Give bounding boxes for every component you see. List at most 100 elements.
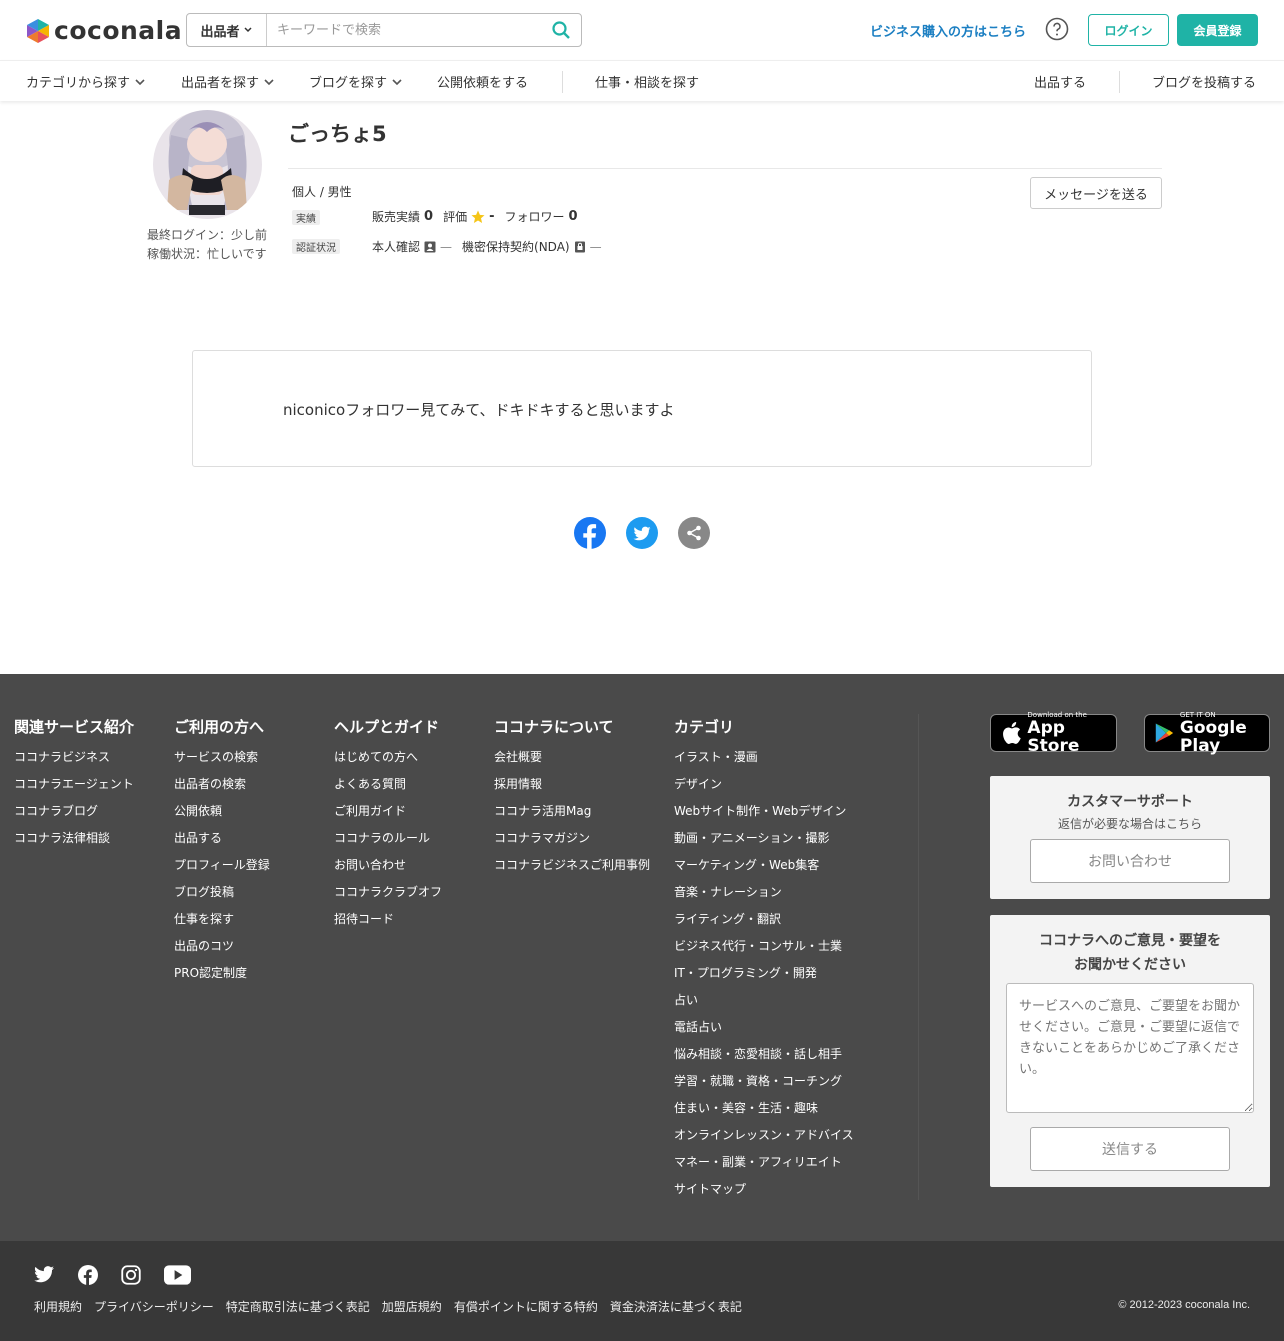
seller-type: 個人 / 男性 [292, 185, 352, 199]
support-subtitle: 返信が必要な場合はこちら [1057, 817, 1202, 831]
footer-link[interactable]: 出品のコツ [174, 940, 270, 967]
nav-blogs[interactable]: ブログを探す [309, 72, 403, 91]
signup-button[interactable]: 会員登録 [1177, 14, 1258, 46]
instagram-icon[interactable] [121, 1264, 141, 1286]
logo[interactable]: coconala [26, 16, 182, 45]
footer-link[interactable]: 音楽・ナレーション [674, 886, 854, 913]
footer-divider [918, 714, 919, 1200]
send-message-button[interactable]: メッセージを送る [1030, 177, 1162, 209]
chevron-down-icon [243, 27, 252, 33]
footer-link[interactable]: ブログ投稿 [174, 886, 270, 913]
footer-link[interactable]: ココナラエージェント [14, 778, 134, 805]
footer-link[interactable]: サービスの検索 [174, 751, 270, 778]
footer-link[interactable]: 出品する [174, 832, 270, 859]
app-store-button[interactable]: Download on the App Store [990, 711, 1117, 755]
legal-link[interactable]: 特定商取引法に基づく表記 [226, 1298, 370, 1315]
footer-link[interactable]: 住まい・美容・生活・趣味 [674, 1102, 854, 1129]
footer-link[interactable]: 会社概要 [494, 751, 650, 778]
footer-link[interactable]: オンラインレッスン・アドバイス [674, 1129, 854, 1156]
facebook-icon[interactable] [78, 1264, 98, 1286]
footer-link[interactable]: 動画・アニメーション・撮影 [674, 832, 854, 859]
footer-col-users: ご利用の方へ サービスの検索 出品者の検索 公開依頼 出品する プロフィール登録… [174, 716, 270, 994]
nav-public-request[interactable]: 公開依頼をする [437, 72, 528, 91]
google-play-button[interactable]: GET IT ON Google Play [1144, 711, 1270, 755]
footer-link[interactable]: ビジネス代行・コンサル・士業 [674, 940, 854, 967]
legal-link[interactable]: 加盟店規約 [382, 1298, 442, 1315]
blog-card[interactable]: niconicoフォロワー見てみて、ドキドキすると思いますよ [192, 350, 1092, 467]
main-nav: カテゴリから探す 出品者を探す ブログを探す 公開依頼をする 仕事・相談を探す … [0, 60, 1284, 101]
footer-link[interactable]: サイトマップ [674, 1183, 854, 1210]
nav-sellers[interactable]: 出品者を探す [181, 72, 275, 91]
youtube-icon[interactable] [164, 1264, 191, 1286]
twitter-icon[interactable] [626, 517, 658, 549]
footer-link[interactable]: ココナラクラブオフ [334, 886, 442, 913]
footer-col-related: 関連サービス紹介 ココナラビジネス ココナラエージェント ココナラブログ ココナ… [14, 716, 134, 859]
nda-value: — [589, 239, 602, 254]
footer-col-title: ヘルプとガイド [334, 718, 440, 736]
footer-link[interactable]: ココナラビジネスご利用事例 [494, 859, 650, 886]
footer-link[interactable]: 悩み相談・恋愛相談・話し相手 [674, 1048, 854, 1075]
footer-link[interactable]: ココナラブログ [14, 805, 134, 832]
footer-link[interactable]: PRO認定制度 [174, 967, 270, 994]
nav-category[interactable]: カテゴリから探す [26, 72, 146, 91]
search-button[interactable] [541, 14, 581, 46]
divider [288, 168, 1162, 169]
footer-link[interactable]: 仕事を探す [174, 913, 270, 940]
footer-link[interactable]: Webサイト制作・Webデザイン [674, 805, 854, 832]
nav-divider [562, 71, 563, 93]
footer-link[interactable]: デザイン [674, 778, 854, 805]
footer-link[interactable]: 公開依頼 [174, 805, 270, 832]
footer-link[interactable]: ライティング・翻訳 [674, 913, 854, 940]
feedback-textarea[interactable] [1006, 983, 1254, 1113]
legal-link[interactable]: 資金決済法に基づく表記 [610, 1298, 742, 1315]
footer-link[interactable]: はじめての方へ [334, 751, 442, 778]
search-bar: 出品者 [186, 13, 582, 47]
nav-sell[interactable]: 出品する [1034, 72, 1086, 91]
footer-link[interactable]: 採用情報 [494, 778, 650, 805]
feedback-box: ココナラへのご意見・要望を お聞かせください 送信する [990, 915, 1270, 1187]
legal-link[interactable]: プライバシーポリシー [94, 1298, 214, 1315]
nav-jobs[interactable]: 仕事・相談を探す [595, 72, 699, 91]
footer-col-title: ココナラについて [494, 718, 614, 736]
footer-link[interactable]: ココナラマガジン [494, 832, 650, 859]
sales-value: 0 [424, 209, 434, 224]
footer-link[interactable]: ご利用ガイド [334, 805, 442, 832]
login-button[interactable]: ログイン [1088, 14, 1169, 46]
legal-link[interactable]: 有償ポイントに関する特約 [454, 1298, 598, 1315]
footer-link[interactable]: ココナラ活用Mag [494, 805, 650, 832]
followers-label: フォロワー [504, 210, 565, 224]
footer-link[interactable]: 占い [674, 994, 854, 1021]
share-icon[interactable] [678, 517, 710, 549]
footer-link[interactable]: 電話占い [674, 1021, 854, 1048]
footer-link[interactable]: イラスト・漫画 [674, 751, 854, 778]
footer-link[interactable]: ココナラ法律相談 [14, 832, 134, 859]
footer-col-categories: カテゴリ イラスト・漫画 デザイン Webサイト制作・Webデザイン 動画・アニ… [674, 716, 854, 1210]
chevron-down-icon [392, 78, 402, 85]
business-purchase-link[interactable]: ビジネス購入の方はこちら [870, 21, 1026, 40]
nav-post-blog[interactable]: ブログを投稿する [1152, 72, 1256, 91]
google-play-icon [1155, 723, 1174, 743]
footer-link[interactable]: IT・プログラミング・開発 [674, 967, 854, 994]
footer-link[interactable]: 学習・就職・資格・コーチング [674, 1075, 854, 1102]
seller-status: 最終ログイン：少し前 稼働状況：忙しいです [147, 226, 267, 264]
search-input[interactable] [267, 14, 541, 46]
footer-link[interactable]: お問い合わせ [334, 859, 442, 886]
footer-link[interactable]: マーケティング・Web集客 [674, 859, 854, 886]
twitter-icon[interactable] [34, 1264, 54, 1286]
footer-link[interactable]: プロフィール登録 [174, 859, 270, 886]
contact-button[interactable]: お問い合わせ [1030, 839, 1230, 883]
rating-value: - [489, 209, 495, 224]
facebook-icon[interactable] [574, 517, 606, 549]
verify-tag: 認証状況 [292, 239, 340, 254]
footer-link[interactable]: 招待コード [334, 913, 442, 940]
footer-link[interactable]: ココナラのルール [334, 832, 442, 859]
submit-feedback-button[interactable]: 送信する [1030, 1127, 1230, 1171]
footer-link[interactable]: マネー・副業・アフィリエイト [674, 1156, 854, 1183]
footer-link[interactable]: 出品者の検索 [174, 778, 270, 805]
search-type-select[interactable]: 出品者 [187, 14, 267, 46]
footer-link[interactable]: よくある質問 [334, 778, 442, 805]
legal-link[interactable]: 利用規約 [34, 1298, 82, 1315]
footer-link[interactable]: ココナラビジネス [14, 751, 134, 778]
star-icon [471, 210, 485, 223]
help-icon[interactable] [1045, 17, 1069, 41]
